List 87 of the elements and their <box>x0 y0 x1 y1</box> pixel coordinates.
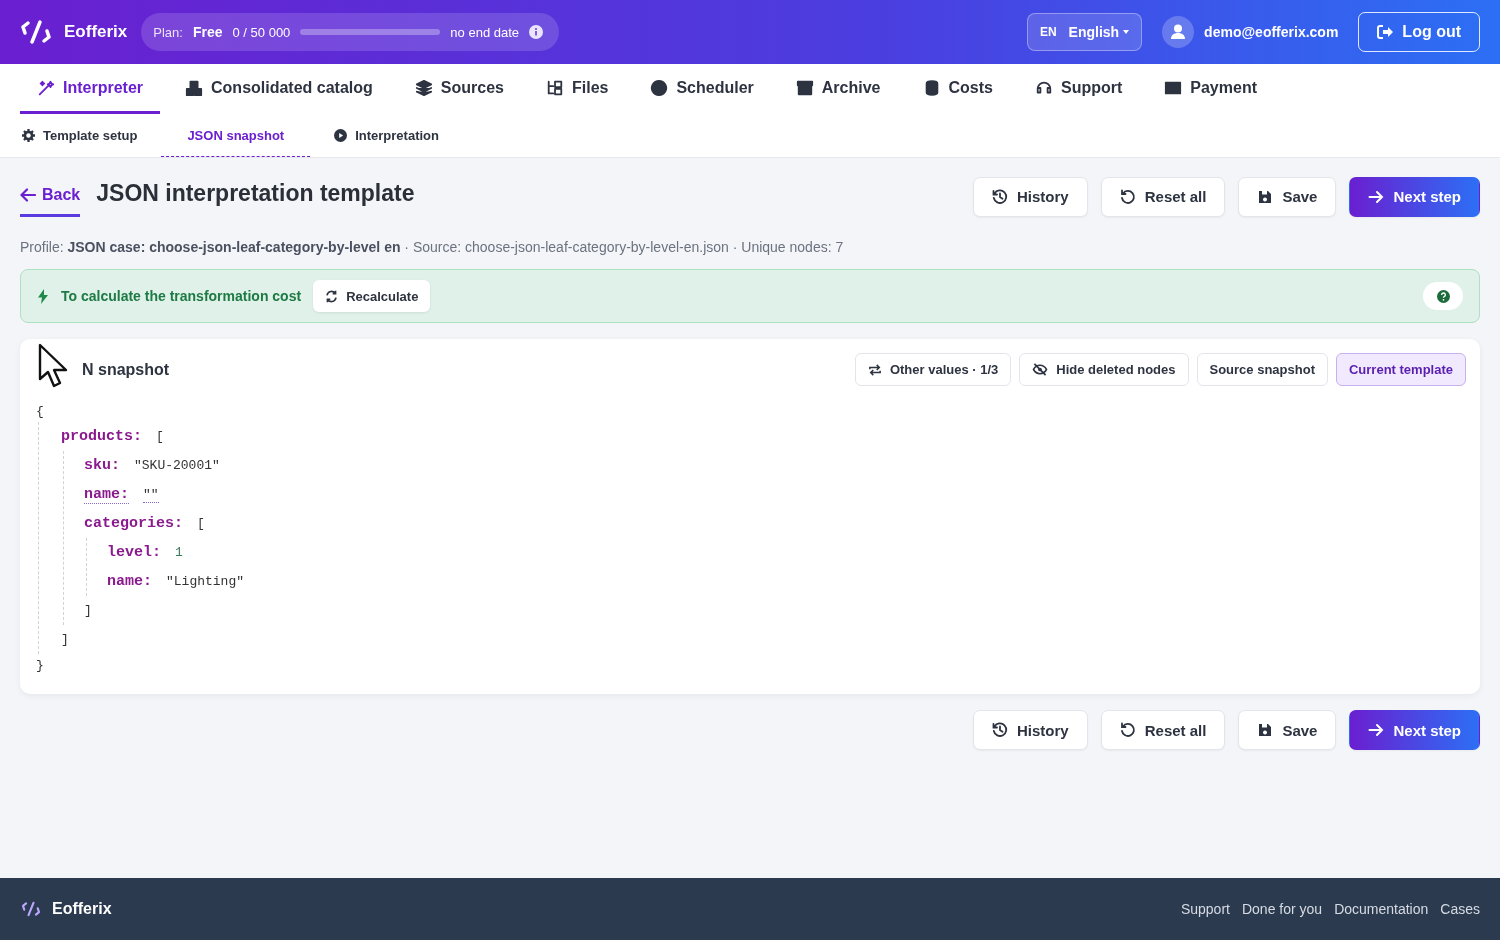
json-value: "Lighting" <box>166 574 245 589</box>
footer-brand: Eofferix <box>52 900 112 918</box>
nav-tab[interactable]: Payment <box>1147 64 1274 114</box>
tab-icon <box>545 78 564 97</box>
logout-icon <box>1377 25 1394 39</box>
footer-link[interactable]: Cases <box>1440 901 1480 917</box>
footer-link[interactable]: Support <box>1180 901 1230 917</box>
tab-icon <box>37 78 55 97</box>
logo-icon <box>20 901 42 917</box>
json-value: "" <box>143 486 159 503</box>
save-icon <box>1257 722 1274 738</box>
eye-slash-icon <box>1032 363 1049 376</box>
json-key: products: <box>61 428 142 445</box>
action-button[interactable]: History <box>973 176 1088 217</box>
nav-tab[interactable]: Support <box>1017 64 1140 114</box>
json-value: "SKU-20001" <box>134 458 220 473</box>
logout-button[interactable]: Log out <box>1358 12 1480 52</box>
action-button[interactable]: Reset all <box>1100 710 1226 750</box>
plan-name: Free <box>192 24 223 40</box>
profile-info: Profile: JSON case: choose-json-leaf-category-by-level en · Source: choose-json-leaf-category-by-level-en.json · Unique nodes: 7 <box>20 239 845 255</box>
page-title: JSON interpretation template <box>96 180 415 207</box>
step-tab[interactable]: Interpretation <box>330 114 443 157</box>
json-key: categories: <box>84 515 184 532</box>
lightning-icon <box>37 288 49 304</box>
help-button[interactable] <box>1423 282 1463 310</box>
json-key: name: <box>107 573 152 590</box>
help-icon <box>1436 289 1450 303</box>
tab-icon <box>795 78 814 97</box>
play-icon <box>334 128 348 142</box>
refresh-icon <box>325 289 339 303</box>
nav-tab[interactable]: Sources <box>397 64 521 114</box>
tab-icon <box>185 78 204 97</box>
arrow-right-icon <box>1368 188 1385 205</box>
plan-usage: 0 / 50 000 <box>232 24 291 40</box>
footer-link[interactable]: Documentation <box>1334 901 1429 917</box>
step-tab[interactable]: Template setup <box>18 114 142 157</box>
nav-tab[interactable]: Files <box>528 64 626 114</box>
plan-expiry: no end date <box>450 24 520 40</box>
step-tab[interactable]: JSON snapshot <box>161 114 311 157</box>
action-button[interactable]: Next step <box>1349 710 1480 750</box>
json-bracket: ] <box>61 632 69 647</box>
action-button[interactable]: Save <box>1238 176 1337 217</box>
tab-icon <box>414 78 433 97</box>
nav-tab[interactable]: Archive <box>778 64 898 114</box>
tab-icon <box>650 78 669 97</box>
json-value: 1 <box>175 545 183 560</box>
json-bracket: { <box>36 403 44 419</box>
json-key: level: <box>107 544 161 561</box>
info-icon[interactable] <box>529 25 544 39</box>
brand-name: Eofferix <box>64 22 128 42</box>
json-bracket: [ <box>156 429 164 444</box>
nav-tab[interactable]: Consolidated catalog <box>168 64 390 114</box>
footer-link[interactable]: Done for you <box>1241 901 1323 917</box>
settings-icon <box>22 128 35 142</box>
json-bracket: ] <box>84 603 92 618</box>
recalculate-button[interactable]: Recalculate <box>313 280 431 312</box>
action-button[interactable]: Reset all <box>1100 176 1226 217</box>
view-button[interactable]: Current template <box>1335 353 1466 386</box>
logo-icon <box>20 19 52 45</box>
nav-tab[interactable]: Scheduler <box>633 64 771 114</box>
action-button[interactable]: Next step <box>1349 176 1480 217</box>
json-bracket: } <box>36 657 44 673</box>
plan-label: Plan: <box>153 24 183 40</box>
notice-text: To calculate the transformation cost <box>61 288 302 304</box>
view-button[interactable]: Hide deleted nodes <box>1019 353 1189 386</box>
save-icon <box>1257 188 1274 205</box>
view-button[interactable]: Source snapshot <box>1196 353 1328 386</box>
view-button[interactable]: Other values · 1/3 <box>854 353 1012 386</box>
avatar-icon[interactable] <box>1162 16 1195 48</box>
arrow-left-icon <box>20 188 36 202</box>
language-select[interactable]: EN English <box>1027 13 1143 51</box>
json-bracket: [ <box>197 516 205 531</box>
card-title: N snapshot <box>82 360 170 379</box>
reset-icon <box>1119 722 1136 738</box>
history-icon <box>992 722 1009 738</box>
arrow-right-icon <box>1368 722 1385 738</box>
json-key: sku: <box>84 457 120 474</box>
back-link[interactable]: Back <box>20 180 81 217</box>
action-button[interactable]: Save <box>1238 710 1337 750</box>
action-button[interactable]: History <box>973 710 1088 750</box>
repeat-icon <box>867 363 882 376</box>
history-icon <box>992 188 1009 205</box>
json-key: name: <box>84 485 129 504</box>
reset-icon <box>1119 188 1136 205</box>
nav-tab[interactable]: Costs <box>905 64 1010 114</box>
caret-icon <box>1123 30 1130 34</box>
user-email: demo@eofferix.com <box>1204 24 1339 40</box>
